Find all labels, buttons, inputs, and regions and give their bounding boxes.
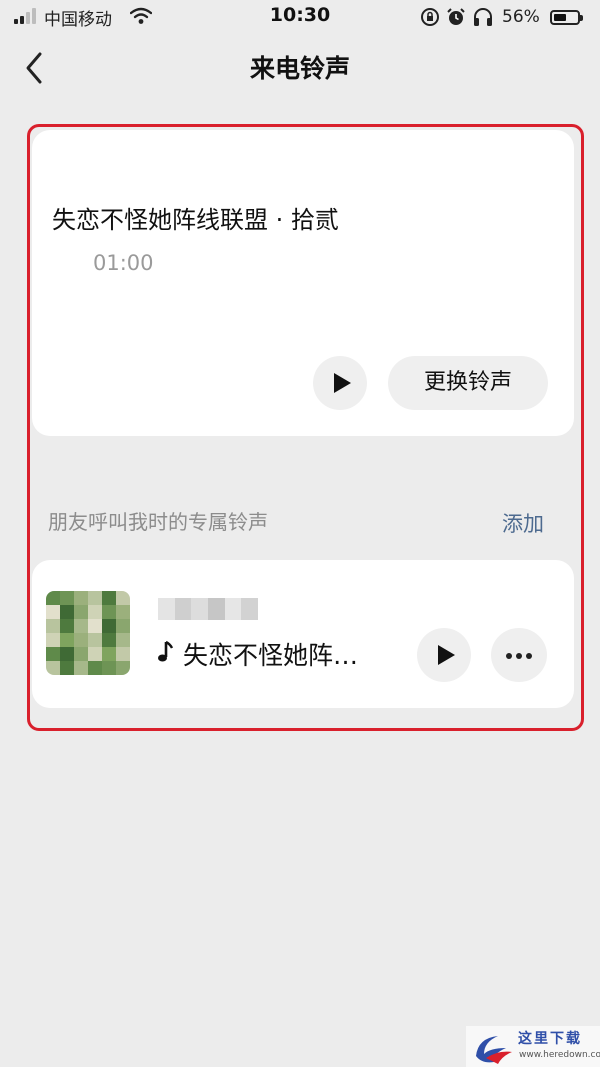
watermark-text: 这里下载	[518, 1031, 582, 1047]
status-icons: 56%	[420, 6, 583, 28]
page-title: 来电铃声	[249, 54, 350, 83]
headphones-icon	[474, 8, 492, 26]
alarm-icon	[447, 8, 465, 25]
lock-rotation-icon	[421, 8, 439, 26]
highlight-frame	[27, 124, 584, 731]
watermark-url: www.heredown.com	[519, 1050, 600, 1060]
battery-percent: 56%	[502, 7, 540, 27]
watermark-logo	[476, 1036, 512, 1064]
battery-level	[553, 13, 567, 21]
status-bar: 中国移动 10:30 56%	[0, 0, 600, 34]
battery-icon	[549, 9, 583, 25]
